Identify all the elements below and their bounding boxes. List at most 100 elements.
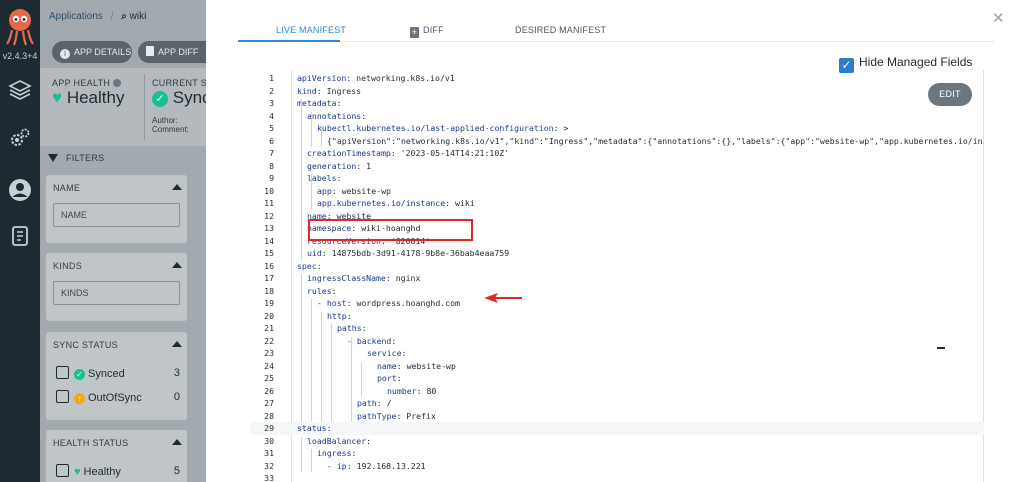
indent-guide [311, 299, 312, 422]
manifest-line: 23 service: [250, 347, 984, 360]
line-number: 11 [264, 198, 274, 208]
breadcrumb-current-label: wiki [129, 11, 147, 22]
line-number: 27 [264, 398, 274, 408]
arrow-up-circle-icon: ↑ [74, 393, 85, 404]
manifest-line: 28 pathType: Prefix [250, 410, 984, 423]
line-number: 14 [264, 235, 274, 246]
kinds-filter-input[interactable]: KINDS [53, 281, 180, 305]
yaml-key: app [317, 185, 332, 196]
yaml-colon: : [346, 310, 352, 321]
sync-filter-synced[interactable]: ✓ Synced 3 [56, 366, 180, 382]
line-number: 10 [264, 185, 274, 196]
health-filter-healthy[interactable]: ♥ Healthy 5 [56, 464, 180, 480]
name-filter-card: NAME NAME [46, 175, 187, 243]
line-number: 23 [264, 348, 274, 358]
collapse-caret-icon[interactable] [172, 262, 182, 268]
yaml-key: apiVersion [297, 73, 347, 83]
name-filter-title: NAME [53, 183, 81, 193]
filters-header[interactable]: FILTERS [48, 153, 104, 163]
app-health-header-label: APP HEALTH [52, 78, 111, 88]
close-icon[interactable]: ✕ [992, 9, 1005, 27]
indent-guide [361, 361, 362, 397]
manifest-line: 9 labels: [250, 172, 984, 185]
tab-diff-label: DIFF [423, 25, 444, 35]
sync-filter-label: Synced [88, 368, 125, 380]
comment-label: Comment: [152, 125, 189, 134]
yaml-value: website-wp [401, 360, 456, 371]
edit-button[interactable]: EDIT [928, 83, 972, 106]
collapse-caret-icon[interactable] [172, 184, 182, 190]
line-number: 21 [264, 323, 274, 333]
line-number: 33 [264, 473, 274, 482]
line-number: 8 [269, 160, 274, 171]
code-text: app.kubernetes.io/instance: wiki [317, 197, 475, 210]
line-number: 24 [264, 360, 274, 371]
yaml-key: path [357, 398, 377, 408]
sync-status-card: SYNC STATUS ✓ Synced 3 ↑ OutOfSync 0 [46, 332, 187, 420]
yaml-key: number [387, 385, 417, 396]
sync-filter-outofsync[interactable]: ↑ OutOfSync 0 [56, 390, 180, 406]
checkbox[interactable] [56, 390, 69, 403]
manifest-line: 2 kind: Ingress [250, 85, 984, 98]
collapse-caret-icon[interactable] [172, 439, 182, 445]
code-text: loadBalancer: [307, 435, 371, 448]
yaml-colon: : [326, 423, 332, 433]
yaml-colon: : [361, 323, 367, 333]
breadcrumb-applications-link[interactable]: Applications [49, 11, 103, 22]
user-icon[interactable] [8, 178, 32, 202]
app-details-label: APP DETAILS [74, 47, 132, 57]
name-filter-input[interactable]: NAME [53, 203, 180, 227]
layers-icon[interactable] [8, 78, 32, 102]
yaml-colon: : [401, 348, 407, 358]
manifest-line: 8 generation: 1 [250, 160, 984, 173]
yaml-value: > [558, 123, 569, 133]
manifest-editor[interactable]: 1 apiVersion: networking.k8s.io/v1 2 kind: … [250, 70, 984, 482]
manifest-line: 11 app.kubernetes.io/instance: wiki [250, 197, 984, 210]
highlight-box [308, 219, 473, 241]
docs-book-icon[interactable] [8, 224, 32, 248]
indent-guide [321, 124, 322, 147]
code-text: metadata: [297, 97, 341, 110]
line-number: 26 [264, 385, 274, 396]
breadcrumb-current: ⌕ wiki [121, 11, 146, 22]
check-circle-icon: ✓ [74, 369, 85, 380]
indent-guide [301, 274, 302, 422]
line-number: 15 [264, 248, 274, 258]
tab-desired-manifest[interactable]: DESIRED MANIFEST [515, 25, 606, 35]
yaml-value: {"apiVersion":"networking.k8s.io/v1","ki… [327, 135, 983, 146]
argo-logo-icon[interactable] [3, 6, 37, 46]
app-details-button[interactable]: i APP DETAILS [52, 41, 132, 63]
line-number: 4 [269, 110, 274, 121]
manifest-line: 30 loadBalancer: [250, 435, 984, 448]
tab-live-manifest[interactable]: LIVE MANIFEST [276, 25, 346, 35]
collapse-caret-icon[interactable] [172, 341, 182, 347]
breadcrumb: Applications / ⌕ wiki [49, 11, 146, 22]
help-icon[interactable] [113, 79, 121, 87]
code-text: - backend: [347, 335, 396, 348]
manifest-line: 1 apiVersion: networking.k8s.io/v1 [250, 72, 984, 85]
line-number: 18 [264, 285, 274, 296]
line-number: 19 [264, 298, 274, 308]
yaml-key: service [367, 348, 402, 358]
yaml-colon: : [336, 173, 342, 183]
indent-guide [351, 336, 352, 422]
yaml-key: ingress [317, 448, 352, 458]
manifest-line: 17 ingressClassName: nginx [250, 272, 984, 285]
settings-gears-icon[interactable] [8, 126, 32, 150]
code-text: kind: Ingress [297, 85, 361, 98]
yaml-key: pathType [357, 410, 397, 421]
code-text: service: [367, 347, 406, 360]
code-text: paths: [337, 322, 367, 335]
checkbox[interactable] [56, 464, 69, 477]
checkbox[interactable] [56, 366, 69, 379]
yaml-value: 80 [421, 385, 437, 396]
tab-diff[interactable]: + DIFF [410, 25, 444, 38]
manifest-line: 10 app: website-wp [250, 185, 984, 198]
heart-icon: ♥ [74, 466, 81, 478]
yaml-value: 1 [361, 160, 372, 171]
yaml-value: nginx [390, 273, 421, 283]
scroll-marker [937, 347, 945, 349]
code-text: kubectl.kubernetes.io/last-applied-confi… [317, 122, 568, 135]
manifest-line: 7 creationTimestamp: '2023-05-14T14:21:10… [250, 147, 984, 160]
breadcrumb-separator: / [110, 11, 114, 22]
